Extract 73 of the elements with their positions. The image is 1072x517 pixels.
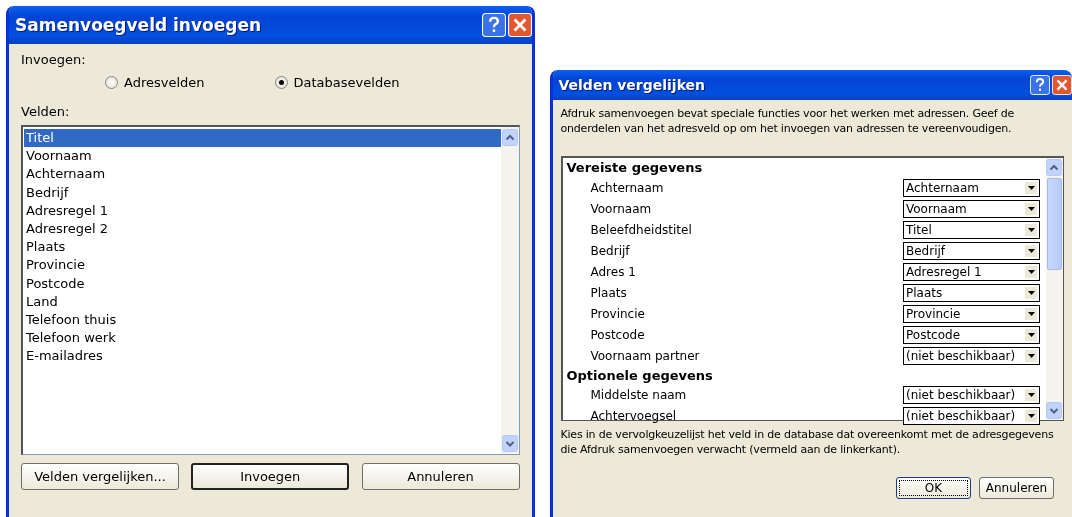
dropdown[interactable]: Provincie (903, 305, 1040, 324)
insert-label: Invoegen: (21, 52, 86, 67)
field-label: Voornaam (590, 201, 652, 216)
dropdown[interactable]: Adresregel 1 (903, 262, 1040, 281)
close-icon[interactable] (1052, 75, 1072, 95)
dialog-button[interactable]: Annuleren (979, 477, 1054, 499)
dialog-button[interactable]: OK (896, 477, 971, 499)
dropdown[interactable]: Postcode (903, 326, 1040, 345)
dropdown-arrow-icon (1027, 248, 1035, 253)
field-label: Voornaam partner (590, 349, 700, 364)
list-item[interactable]: E-mailadres (24, 347, 501, 366)
intro-text: Afdruk samenvoegen bevat speciale functies voor het werken met adressen. Geef de onderdelen van het adresveld op om het invoegen van adressen te vereenvoudigen. (560, 106, 1016, 136)
window-title: Velden vergelijken (558, 77, 706, 93)
window-title: Samenvoegveld invoegen (15, 15, 262, 35)
dropdown[interactable]: Plaats (903, 284, 1040, 302)
hint-text: Kies in de vervolgkeuzelijst het veld in de database dat overeenkomt met de adresgegevens die Afdruk samenvoegen verwacht (vermeld aan de linkerkant). (560, 427, 1055, 457)
scroll-up-icon[interactable] (1046, 159, 1062, 176)
field-label: Achternaam (590, 180, 664, 195)
field-label: Adres 1 (590, 264, 636, 279)
dropdown[interactable]: (niet beschikbaar) (903, 407, 1040, 426)
help-icon[interactable] (1030, 75, 1050, 95)
field-label: Beleefdheidstitel (590, 222, 692, 237)
dialog-button[interactable]: Annuleren (361, 463, 520, 490)
dialog-button[interactable]: Invoegen (191, 463, 350, 490)
dropdown-arrow-icon (1027, 185, 1035, 190)
group-heading: Optionele gegevens (566, 366, 714, 385)
dropdown-arrow-icon (1027, 269, 1035, 274)
list-item[interactable]: Land (24, 292, 501, 312)
dropdown[interactable]: Titel (903, 220, 1040, 239)
help-icon[interactable] (481, 13, 506, 37)
field-label: Bedrijf (590, 243, 630, 258)
dropdown-arrow-icon (1027, 393, 1035, 398)
close-icon[interactable] (507, 13, 532, 37)
field-label: Plaats (590, 286, 627, 300)
scrollbar[interactable] (500, 127, 519, 454)
dropdown[interactable]: (niet beschikbaar) (903, 347, 1040, 366)
dropdown[interactable]: Achternaam (903, 178, 1040, 197)
list-item[interactable]: Telefoon thuis (24, 311, 501, 330)
group-heading: Vereiste gegevens (566, 159, 704, 177)
list-item[interactable]: Adresregel 2 (24, 220, 501, 239)
dropdown-arrow-icon (1027, 206, 1035, 211)
scroll-up-icon[interactable] (501, 129, 518, 146)
scrollbar[interactable] (1046, 158, 1063, 420)
dropdown[interactable]: Voornaam (903, 199, 1040, 218)
list-item[interactable]: Provincie (24, 256, 501, 275)
scroll-down-icon[interactable] (501, 435, 518, 452)
scroll-down-icon[interactable] (1046, 402, 1062, 419)
list-item[interactable]: Plaats (24, 238, 501, 257)
field-label: Middelste naam (590, 388, 687, 403)
dialog-button[interactable]: Velden vergelijken... (21, 463, 179, 490)
dropdown[interactable]: (niet beschikbaar) (903, 386, 1040, 405)
list-item[interactable]: Postcode (24, 274, 501, 293)
radio-button[interactable] (105, 76, 118, 89)
list-item[interactable]: Achternaam (24, 165, 501, 184)
list-item[interactable]: Adresregel 1 (24, 201, 501, 220)
dropdown-arrow-icon (1027, 414, 1035, 419)
field-label: Provincie (590, 307, 645, 322)
dropdown-arrow-icon (1027, 312, 1035, 317)
fields-label: Velden: (21, 104, 70, 119)
list-item[interactable]: Voornaam (24, 147, 501, 166)
list-item[interactable]: Titel (24, 129, 501, 148)
dropdown[interactable]: Bedrijf (903, 241, 1040, 260)
radio-label[interactable]: Adresvelden (124, 75, 205, 90)
list-item[interactable]: Telefoon werk (24, 329, 501, 348)
dropdown-arrow-icon (1027, 291, 1035, 295)
list-item[interactable]: Bedrijf (24, 183, 501, 202)
dropdown-arrow-icon (1027, 354, 1035, 359)
field-label: Achtervoegsel (590, 409, 677, 424)
dropdown-arrow-icon (1027, 333, 1035, 338)
dropdown-arrow-icon (1027, 227, 1035, 232)
field-label: Postcode (590, 328, 645, 343)
radio-label[interactable]: Databasevelden (293, 75, 400, 90)
radio-button[interactable] (274, 76, 288, 89)
